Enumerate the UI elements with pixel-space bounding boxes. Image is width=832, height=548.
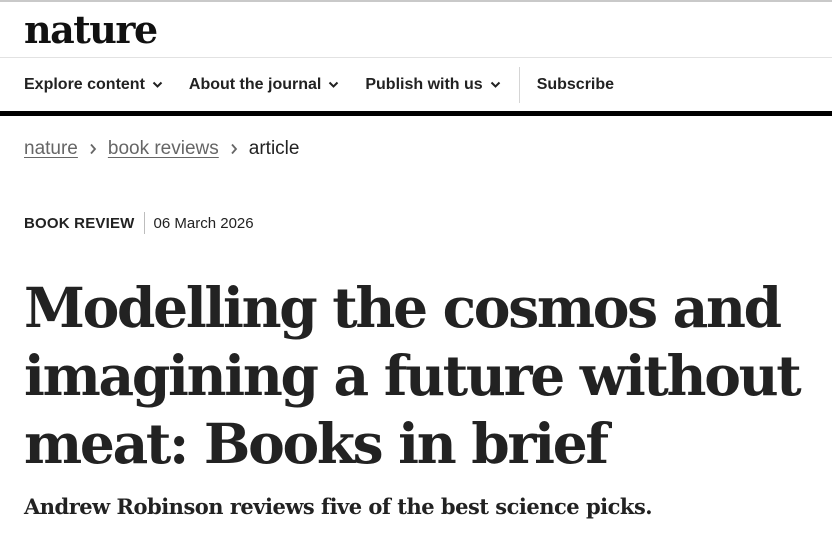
nav-bottom-bar [0, 111, 832, 116]
chevron-down-icon [328, 81, 339, 89]
breadcrumb-current: article [248, 138, 300, 159]
chevron-down-icon [490, 81, 501, 89]
nav-publish-with-us-label: Publish with us [365, 75, 483, 93]
top-border [0, 0, 832, 2]
chevron-right-icon [89, 143, 97, 155]
nature-logo[interactable]: nature [24, 8, 158, 52]
breadcrumb-item-nature[interactable]: nature [24, 138, 78, 160]
breadcrumb: nature book reviews article [24, 137, 299, 161]
nav-about-the-journal-label: About the journal [188, 75, 322, 93]
breadcrumb-item-book-reviews[interactable]: book reviews [108, 138, 219, 160]
article-meta: BOOK REVIEW 06 March 2026 [24, 212, 254, 234]
article-standfirst: Andrew Robinson reviews five of the best… [24, 494, 653, 519]
chevron-right-icon [230, 143, 238, 155]
nav-explore-content-label: Explore content [24, 75, 145, 93]
nav-explore-content[interactable]: Explore content [24, 58, 163, 111]
chevron-down-icon [152, 81, 163, 89]
nav-publish-with-us[interactable]: Publish with us [365, 58, 500, 111]
subscribe-link[interactable]: Subscribe [537, 58, 614, 111]
nav-about-the-journal[interactable]: About the journal [189, 58, 339, 111]
article-title: Modelling the cosmos and imagining a fut… [24, 275, 802, 476]
nav-divider [518, 66, 520, 103]
publication-date: 06 March 2026 [153, 214, 254, 232]
article-type-label: BOOK REVIEW [24, 214, 135, 232]
main-nav: Explore content About the journal Publis… [0, 58, 832, 111]
meta-divider [143, 212, 145, 234]
